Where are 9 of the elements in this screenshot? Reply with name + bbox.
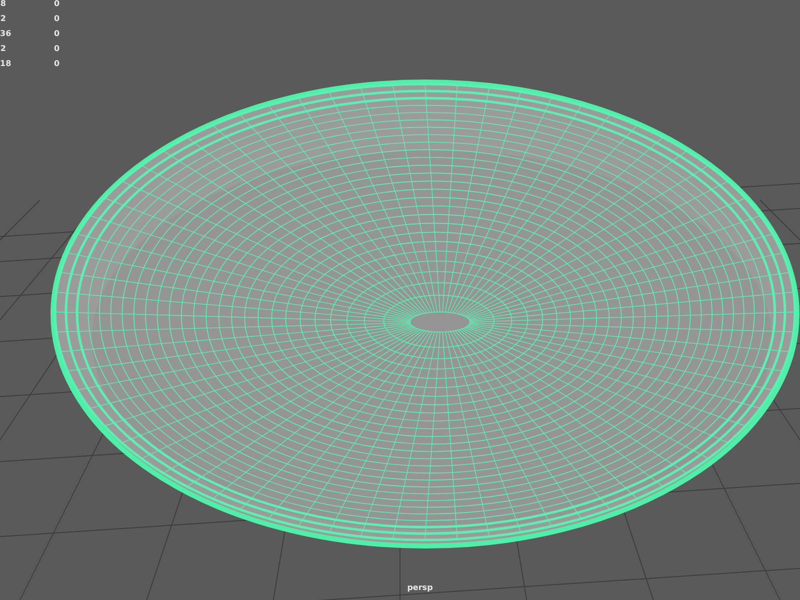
hud-value: 0 (54, 42, 60, 54)
hud-label: 18 (0, 58, 12, 70)
hud-value: 0 (54, 58, 60, 70)
hud-label: 36 (0, 28, 12, 40)
hud-value: 0 (54, 28, 60, 40)
camera-label: persp (407, 582, 433, 594)
hud-label: 2 (0, 42, 7, 54)
hud-value: 0 (54, 12, 60, 24)
hud-label: 2 (0, 12, 7, 24)
